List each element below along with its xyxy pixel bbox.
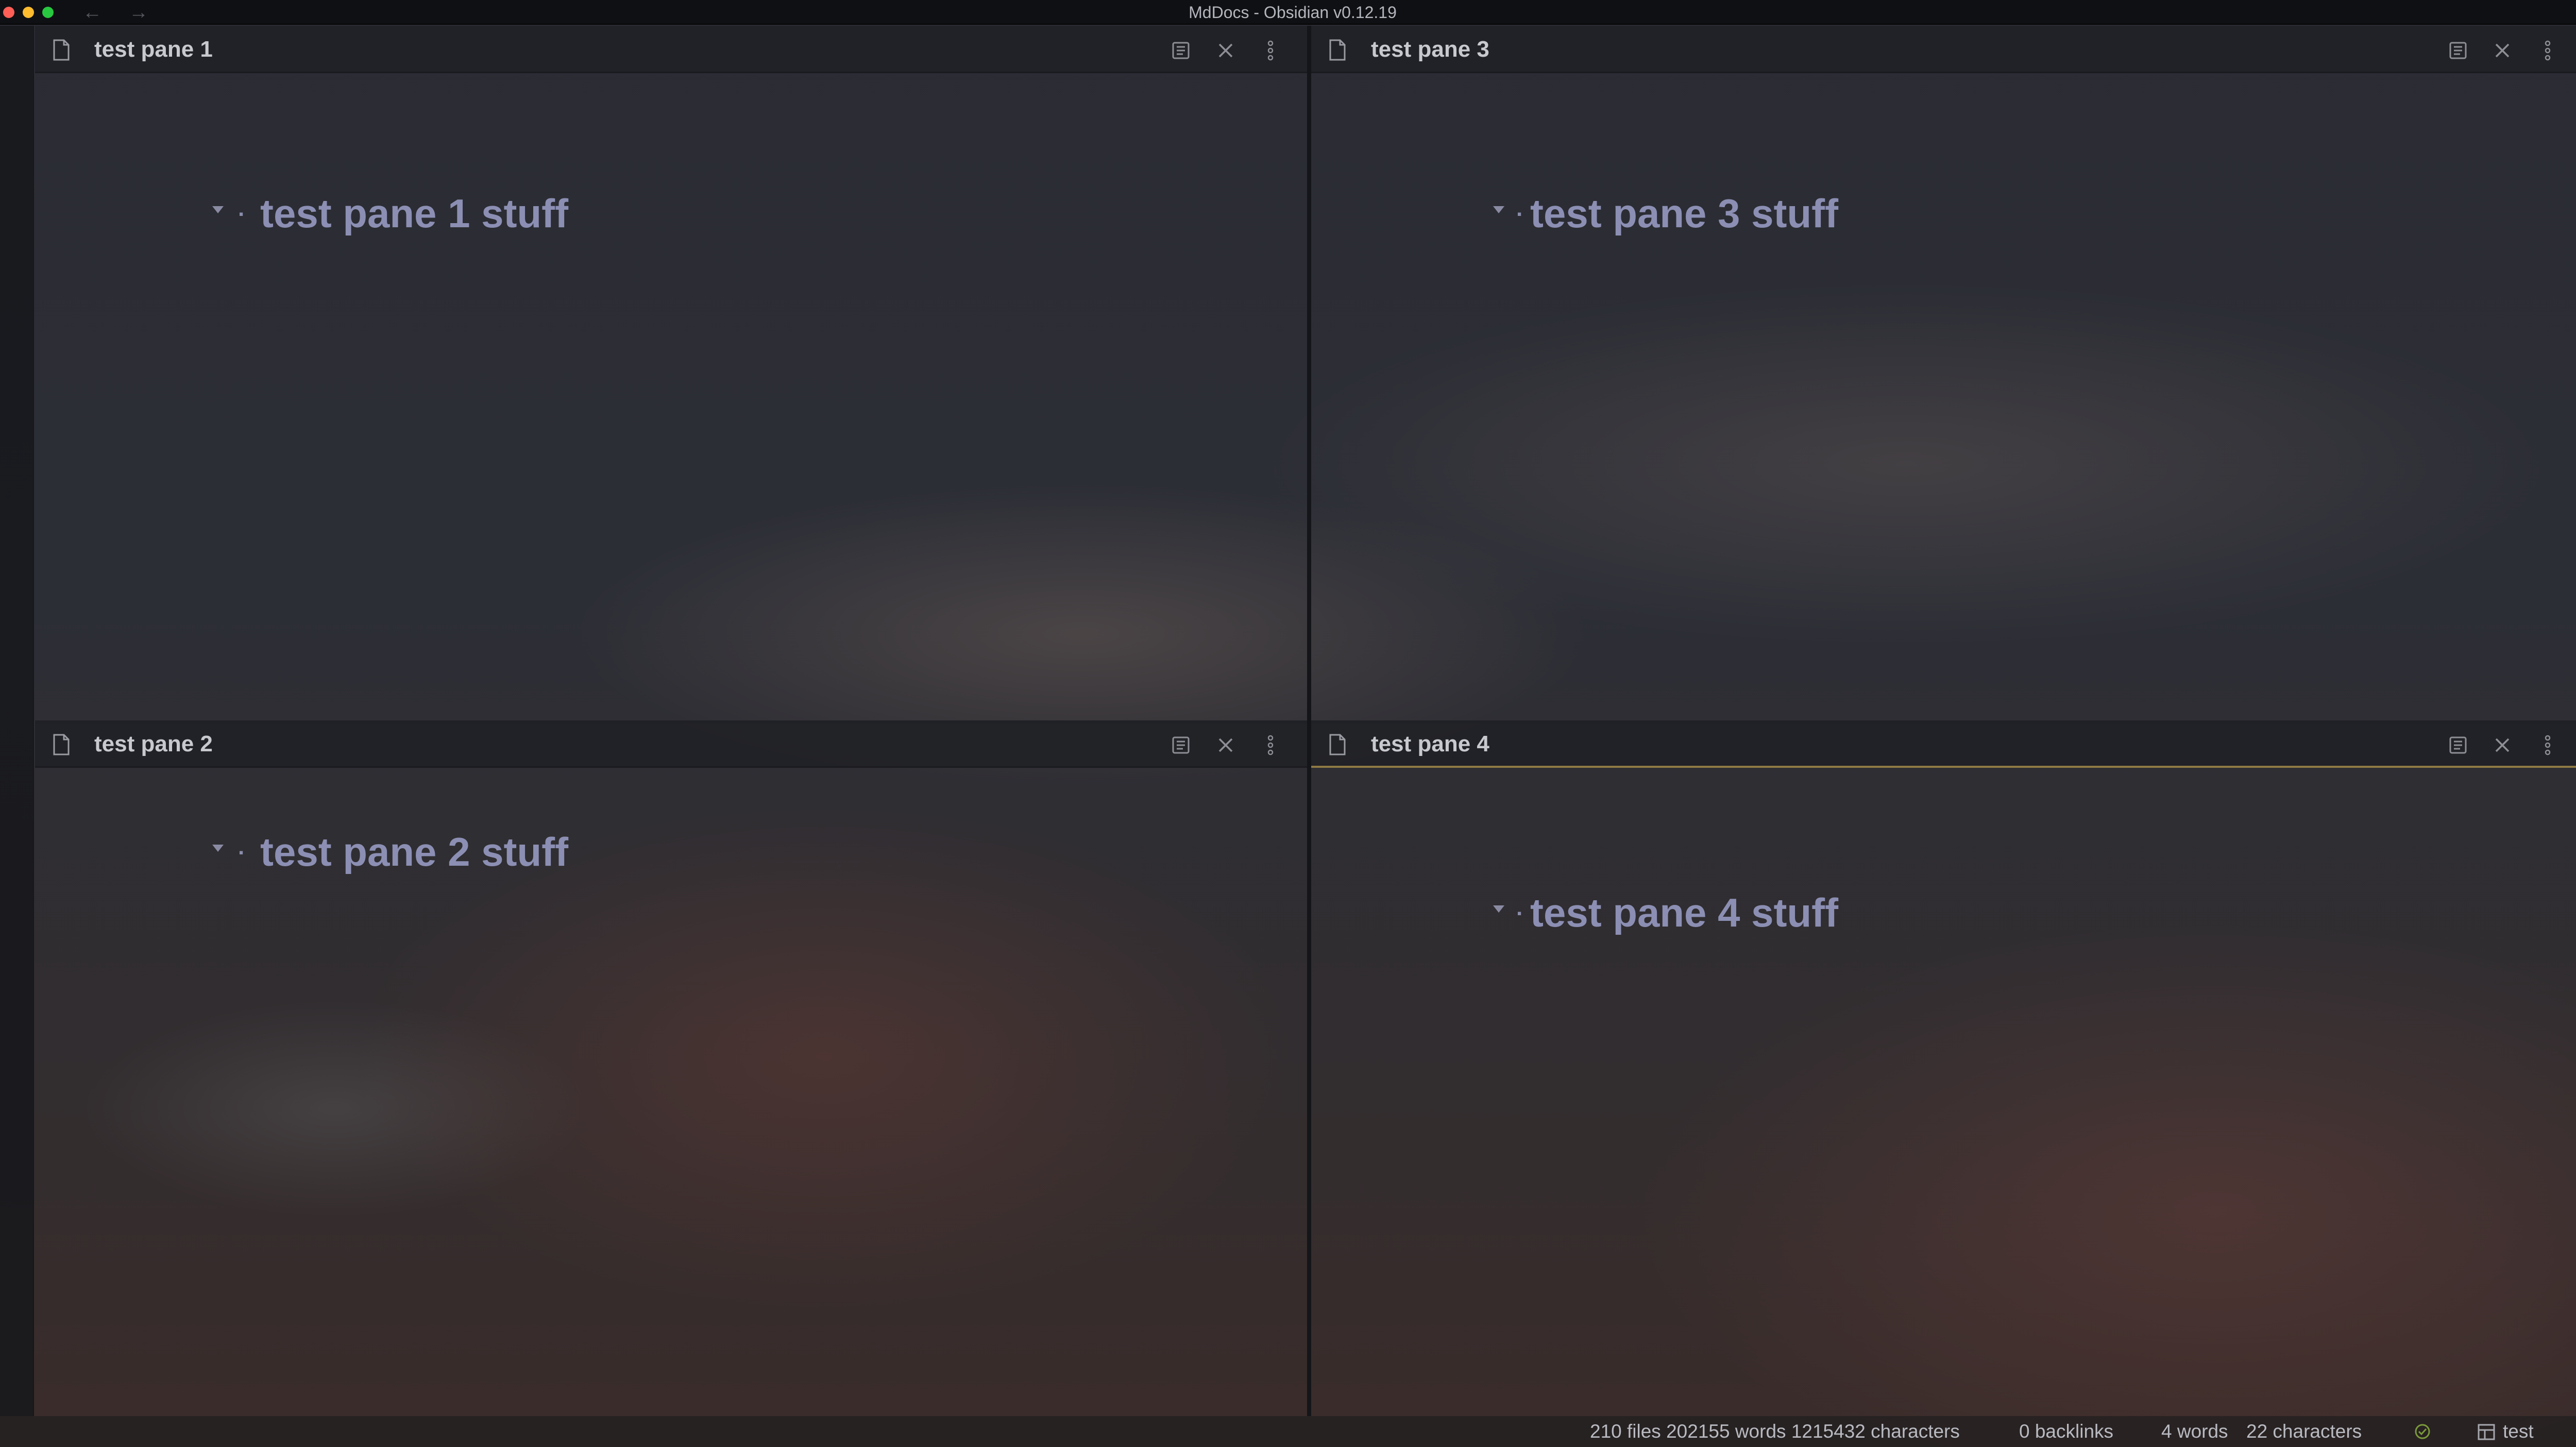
reading-view-icon — [2449, 42, 2467, 59]
fold-chevron-icon[interactable] — [212, 845, 224, 852]
pane-header[interactable]: test pane 3 — [1311, 26, 2576, 73]
pane-title: test pane 4 — [1371, 731, 1489, 756]
close-icon — [2495, 43, 2510, 58]
editor-area[interactable]: . test pane 4 stuff — [1311, 768, 2576, 1416]
close-icon — [2495, 738, 2510, 752]
workspace-name[interactable]: test — [2503, 1416, 2534, 1447]
status-bar: 210 files 202155 words 1215432 character… — [0, 1416, 2576, 1447]
pane-header[interactable]: test pane 2 — [35, 720, 1307, 768]
editor-area[interactable]: . test pane 1 stuff — [35, 73, 1307, 720]
pane-2: test pane 2 . test pane 2 stuff — [35, 720, 1307, 1416]
pane-title: test pane 3 — [1371, 37, 1489, 62]
reading-view-icon — [1172, 42, 1190, 59]
pane-header[interactable]: test pane 1 — [35, 26, 1307, 73]
more-options-button[interactable] — [1260, 40, 1281, 61]
reading-view-button[interactable] — [1171, 40, 1191, 61]
heading-text[interactable]: test pane 1 stuff — [260, 190, 568, 237]
pane-title: test pane 2 — [94, 731, 213, 756]
fold-chevron-icon[interactable] — [1493, 905, 1504, 913]
fold-chevron-icon[interactable] — [212, 206, 224, 213]
obsidian-app: ← → MdDocs - Obsidian v0.12.19 test pane… — [0, 0, 2576, 1447]
editor-area[interactable]: . test pane 3 stuff — [1311, 73, 2576, 720]
close-pane-button[interactable] — [1215, 40, 1236, 61]
pane-4: test pane 4 . test pane 4 stuff — [1311, 720, 2576, 1416]
window-title: MdDocs - Obsidian v0.12.19 — [1189, 3, 1397, 22]
editor-area[interactable]: . test pane 2 stuff — [35, 768, 1307, 1416]
vault-stats: 210 files 202155 words 1215432 character… — [1590, 1421, 1960, 1442]
more-options-button[interactable] — [2537, 735, 2558, 755]
heading-text[interactable]: test pane 4 stuff — [1530, 889, 1838, 936]
more-options-button[interactable] — [1260, 735, 1281, 755]
left-ribbon — [0, 26, 34, 1416]
character-count: 22 characters — [2246, 1421, 2362, 1442]
reading-view-icon — [2449, 736, 2467, 754]
close-icon — [1218, 738, 1233, 752]
more-options-icon — [1267, 735, 1274, 755]
pane-header-active[interactable]: test pane 4 — [1311, 720, 2576, 768]
file-icon — [53, 734, 70, 755]
backlinks-count[interactable]: 0 backlinks — [2019, 1416, 2113, 1447]
reading-view-button[interactable] — [2448, 40, 2468, 61]
list-bullet: . — [238, 834, 245, 860]
file-icon — [1329, 734, 1346, 755]
reading-view-button[interactable] — [1171, 735, 1191, 755]
close-pane-button[interactable] — [2492, 735, 2513, 755]
more-options-icon — [1267, 40, 1274, 61]
pane-divider-vertical[interactable] — [1307, 26, 1311, 1416]
layout-icon[interactable] — [2477, 1423, 2496, 1441]
word-count: 4 words — [2161, 1421, 2228, 1442]
pane-title: test pane 1 — [94, 37, 213, 62]
reading-view-icon — [1172, 736, 1190, 754]
pane-3: test pane 3 . test pane 3 stuff — [1311, 26, 2576, 720]
check-circle-icon[interactable] — [2414, 1423, 2431, 1440]
pane-1: test pane 1 . test pane 1 stuff — [35, 26, 1307, 720]
file-icon — [1329, 39, 1346, 61]
more-options-icon — [2545, 735, 2551, 755]
title-bar: ← → MdDocs - Obsidian v0.12.19 — [0, 0, 2576, 25]
more-options-button[interactable] — [2537, 40, 2558, 61]
list-bullet: . — [238, 196, 245, 221]
list-bullet: . — [1516, 895, 1523, 920]
close-pane-button[interactable] — [2492, 40, 2513, 61]
close-pane-button[interactable] — [1215, 735, 1236, 755]
file-icon — [53, 39, 70, 61]
list-bullet: . — [1516, 196, 1523, 221]
fold-chevron-icon[interactable] — [1493, 206, 1504, 213]
close-icon — [1218, 43, 1233, 58]
heading-text[interactable]: test pane 2 stuff — [260, 829, 568, 876]
heading-text[interactable]: test pane 3 stuff — [1530, 190, 1838, 237]
more-options-icon — [2545, 40, 2551, 61]
reading-view-button[interactable] — [2448, 735, 2468, 755]
